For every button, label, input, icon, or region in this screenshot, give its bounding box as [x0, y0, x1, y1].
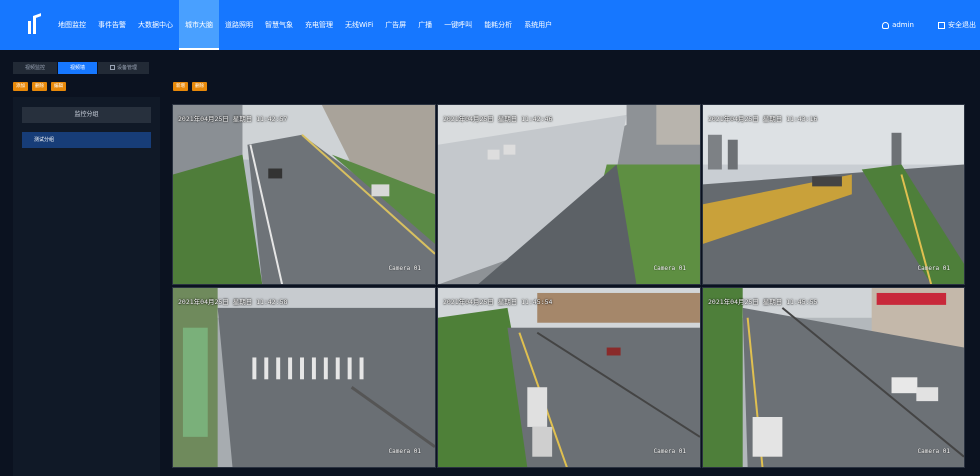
camera-feed-6[interactable]: 2021年04月25日 星期日 11:45:55 Camera 01	[702, 287, 965, 468]
camera-6-image	[703, 288, 964, 467]
view-tabs: 视频监控 视频墙 设备管理	[13, 62, 150, 74]
camera-2-label: Camera 01	[653, 265, 686, 272]
camera-1-label: Camera 01	[388, 265, 421, 272]
nav-item-system-users[interactable]: 系统用户	[518, 0, 558, 50]
camera-feed-2[interactable]: 2021年04月25日 星期日 11:42:46 Camera 01	[437, 104, 701, 285]
group-actions: 添加 删除 编辑	[13, 82, 66, 91]
logo-icon	[28, 13, 42, 36]
group-item-test[interactable]: 测试分组	[22, 132, 151, 148]
group-panel: 监控分组 测试分组	[13, 97, 160, 476]
camera-5-image	[438, 288, 700, 467]
delete-camera-button[interactable]: 删除	[192, 82, 207, 91]
camera-feed-5[interactable]: 2021年04月25日 星期日 11:45:54 Camera 01	[437, 287, 701, 468]
camera-3-image	[703, 105, 964, 284]
logout-icon	[938, 21, 945, 29]
camera-feed-4[interactable]: 2021年04月25日 星期日 11:42:58 Camera 01	[172, 287, 436, 468]
video-wall: 2021年04月25日 星期日 11:42:57 Camera 01 2021年…	[172, 104, 967, 468]
logout-button[interactable]: 安全退出	[938, 0, 976, 50]
user-icon	[882, 21, 890, 29]
nav-item-city-brain[interactable]: 城市大脑	[179, 0, 219, 50]
camera-1-timestamp: 2021年04月25日 星期日 11:42:57	[178, 115, 288, 123]
nav-item-energy-analysis[interactable]: 能耗分析	[478, 0, 518, 50]
user-menu[interactable]: admin	[882, 0, 914, 50]
camera-feed-3[interactable]: 2021年04月25日 星期日 11:43:16 Camera 01	[702, 104, 965, 285]
add-camera-button[interactable]: 新增	[173, 82, 188, 91]
top-navigation-bar: 地图监控 事件告警 大数据中心 城市大脑 道路照明 智慧气象 充电管理 无线Wi…	[0, 0, 980, 50]
camera-2-timestamp: 2021年04月25日 星期日 11:42:46	[443, 115, 553, 123]
camera-feed-1[interactable]: 2021年04月25日 星期日 11:42:57 Camera 01	[172, 104, 436, 285]
nav-item-broadcast[interactable]: 广播	[412, 0, 438, 50]
nav-item-road-lighting[interactable]: 道路照明	[219, 0, 259, 50]
nav-item-charging[interactable]: 充电管理	[299, 0, 339, 50]
main-nav: 地图监控 事件告警 大数据中心 城市大脑 道路照明 智慧气象 充电管理 无线Wi…	[52, 0, 558, 50]
camera-4-image	[173, 288, 435, 467]
tab-video-monitor[interactable]: 视频监控	[13, 62, 58, 74]
tab-video-wall[interactable]: 视频墙	[58, 62, 98, 74]
group-panel-title: 监控分组	[22, 107, 151, 123]
camera-4-timestamp: 2021年04月25日 星期日 11:42:58	[178, 298, 288, 306]
nav-item-event-alarm[interactable]: 事件告警	[92, 0, 132, 50]
add-group-button[interactable]: 添加	[13, 82, 28, 91]
delete-group-button[interactable]: 删除	[32, 82, 47, 91]
edit-group-button[interactable]: 编辑	[51, 82, 66, 91]
logout-label: 安全退出	[948, 21, 976, 29]
camera-1-image	[173, 105, 435, 284]
wall-actions: 新增 删除	[173, 82, 207, 91]
username: admin	[892, 21, 914, 29]
camera-2-image	[438, 105, 700, 284]
nav-item-ad-screen[interactable]: 广告屏	[379, 0, 412, 50]
camera-6-label: Camera 01	[917, 448, 950, 455]
camera-5-timestamp: 2021年04月25日 星期日 11:45:54	[443, 298, 553, 306]
nav-item-map-monitor[interactable]: 地图监控	[52, 0, 92, 50]
camera-3-label: Camera 01	[917, 265, 950, 272]
settings-icon	[110, 65, 116, 70]
camera-5-label: Camera 01	[653, 448, 686, 455]
camera-3-timestamp: 2021年04月25日 星期日 11:43:16	[708, 115, 818, 123]
camera-4-label: Camera 01	[388, 448, 421, 455]
camera-6-timestamp: 2021年04月25日 星期日 11:45:55	[708, 298, 818, 306]
nav-item-one-key-call[interactable]: 一键呼叫	[438, 0, 478, 50]
tab-device-management[interactable]: 设备管理	[98, 62, 150, 74]
nav-item-wifi[interactable]: 无线WiFi	[339, 0, 379, 50]
tab-device-management-label: 设备管理	[117, 65, 138, 71]
nav-item-big-data[interactable]: 大数据中心	[132, 0, 179, 50]
nav-item-smart-weather[interactable]: 智慧气象	[259, 0, 299, 50]
